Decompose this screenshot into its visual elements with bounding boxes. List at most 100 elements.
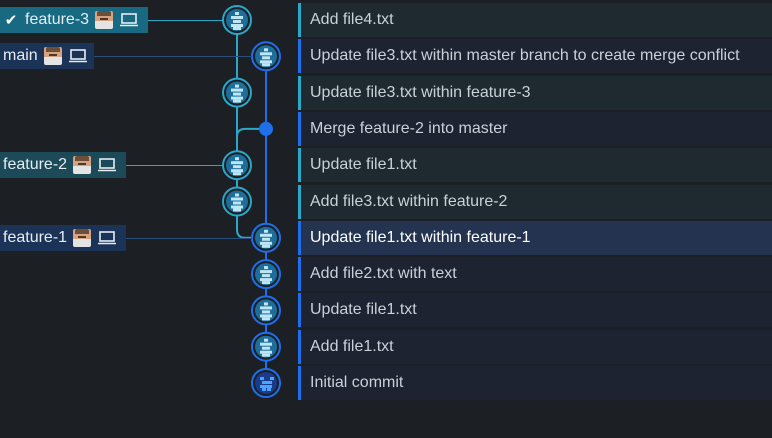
identicon-pixel: [266, 353, 270, 357]
identicon-pixel: [264, 60, 268, 64]
branch-name: feature-2: [3, 156, 68, 174]
identicon-pixel: [268, 314, 272, 318]
identicon-pixel: [231, 16, 235, 19]
lane-accent-bar: [298, 111, 301, 146]
commit-message: Add file2.txt with text: [310, 265, 457, 283]
commit-message: Merge feature-2 into master: [310, 119, 508, 137]
identicon-pixel: [268, 342, 272, 346]
identicon-pixel: [260, 377, 264, 380]
commit-node: [251, 222, 281, 253]
identicon-pixel: [235, 84, 239, 88]
identicon-pixel: [239, 88, 243, 92]
laptop-icon: [68, 49, 87, 63]
commit-row[interactable]: Merge feature-2 into master: [298, 111, 772, 146]
identicon-pixel: [262, 274, 266, 278]
identicon-pixel: [268, 233, 272, 237]
commit-node: [251, 331, 281, 362]
commit-row[interactable]: Initial commit: [298, 366, 772, 400]
identicon-pixel: [268, 306, 272, 310]
laptop-icon: [120, 13, 139, 27]
identicon-pixel: [237, 27, 241, 30]
identicon-pixel: [268, 270, 272, 274]
commit-message: Update file1.txt within feature-1: [310, 228, 531, 246]
identicon-pixel: [262, 346, 266, 350]
lane-accent-bar: [298, 366, 301, 400]
commit-node: [222, 150, 252, 181]
identicon-pixel: [235, 193, 239, 197]
identicon-pixel: [264, 338, 268, 342]
lane-accent-bar: [298, 329, 301, 364]
identicon-pixel: [239, 96, 243, 100]
identicon-pixel: [237, 172, 241, 176]
commit-row[interactable]: Add file2.txt with text: [298, 257, 772, 292]
identicon-pixel: [266, 317, 270, 321]
identicon-pixel: [233, 99, 237, 103]
identicon-pixel: [233, 165, 237, 169]
lane-accent-bar: [298, 220, 301, 255]
identicon-pixel: [235, 161, 239, 165]
branch-connector: [94, 56, 252, 58]
commit-row[interactable]: Update file3.txt within master branch to…: [298, 39, 772, 74]
commit-message: Add file1.txt: [310, 337, 394, 355]
graph-row-strip: [0, 185, 298, 219]
commit-message: Update file1.txt: [310, 301, 417, 319]
identicon-pixel: [239, 24, 243, 27]
commit-node: [222, 5, 252, 35]
identicon-pixel: [264, 229, 268, 233]
commit-row[interactable]: Add file1.txt: [298, 329, 772, 364]
identicon-pixel: [264, 241, 268, 245]
branch-connector: [148, 20, 223, 21]
identicon-pixel: [267, 388, 271, 391]
identicon-pixel: [262, 317, 266, 321]
identicon-pixel: [262, 353, 266, 357]
identicon-pixel: [231, 24, 235, 27]
identicon-pixel: [268, 278, 272, 282]
merge-commit-dot: [259, 121, 273, 136]
identicon-pixel: [264, 266, 268, 270]
identicon-pixel: [233, 201, 237, 205]
avatar: [73, 228, 92, 247]
commit-row[interactable]: Update file1.txt: [298, 148, 772, 183]
identicon-pixel: [231, 88, 235, 92]
commit-row[interactable]: Update file3.txt within feature-3: [298, 75, 772, 110]
graph-row-strip: [0, 76, 298, 110]
identicon-pixel: [262, 281, 266, 285]
identicon-pixel: [264, 302, 268, 306]
commit-message: Update file3.txt within master branch to…: [310, 47, 740, 65]
avatar: [95, 11, 114, 29]
identicon-pixel: [239, 205, 243, 209]
commit-row[interactable]: Update file1.txt within feature-1: [298, 220, 772, 255]
identicon-pixel: [270, 377, 274, 380]
identicon-pixel: [239, 161, 243, 165]
identicon-pixel: [264, 385, 268, 388]
identicon-pixel: [235, 24, 239, 27]
identicon-pixel: [235, 157, 239, 161]
identicon-pixel: [260, 306, 264, 310]
commit-row[interactable]: Update file1.txt: [298, 293, 772, 328]
laptop-icon: [98, 230, 117, 245]
branch-label-feature-1[interactable]: feature-1: [0, 224, 126, 251]
identicon-pixel: [264, 350, 268, 354]
lane-accent-bar: [298, 257, 301, 292]
identicon-pixel: [235, 205, 239, 209]
commit-row[interactable]: Add file4.txt: [298, 3, 772, 37]
identicon-pixel: [268, 381, 272, 384]
commit-graph: ✔ feature-3 main feature-2 feature-1 Add fil…: [0, 0, 772, 438]
identicon-pixel: [264, 233, 268, 237]
identicon-pixel: [235, 88, 239, 92]
identicon-pixel: [266, 63, 270, 67]
check-icon: ✔: [4, 12, 18, 29]
branch-label-main[interactable]: main: [0, 43, 94, 70]
identicon-pixel: [260, 270, 264, 274]
identicon-pixel: [260, 350, 264, 354]
commit-row[interactable]: Add file3.txt within feature-2: [298, 184, 772, 219]
identicon-pixel: [268, 385, 272, 388]
identicon-pixel: [260, 233, 264, 237]
branch-label-feature-2[interactable]: feature-2: [0, 152, 126, 179]
branch-label-feature-3[interactable]: ✔ feature-3: [0, 7, 148, 33]
identicon-pixel: [264, 342, 268, 346]
identicon-pixel: [237, 201, 241, 205]
lane-accent-bar: [298, 184, 301, 219]
identicon-pixel: [237, 92, 241, 96]
identicon-pixel: [237, 20, 241, 23]
